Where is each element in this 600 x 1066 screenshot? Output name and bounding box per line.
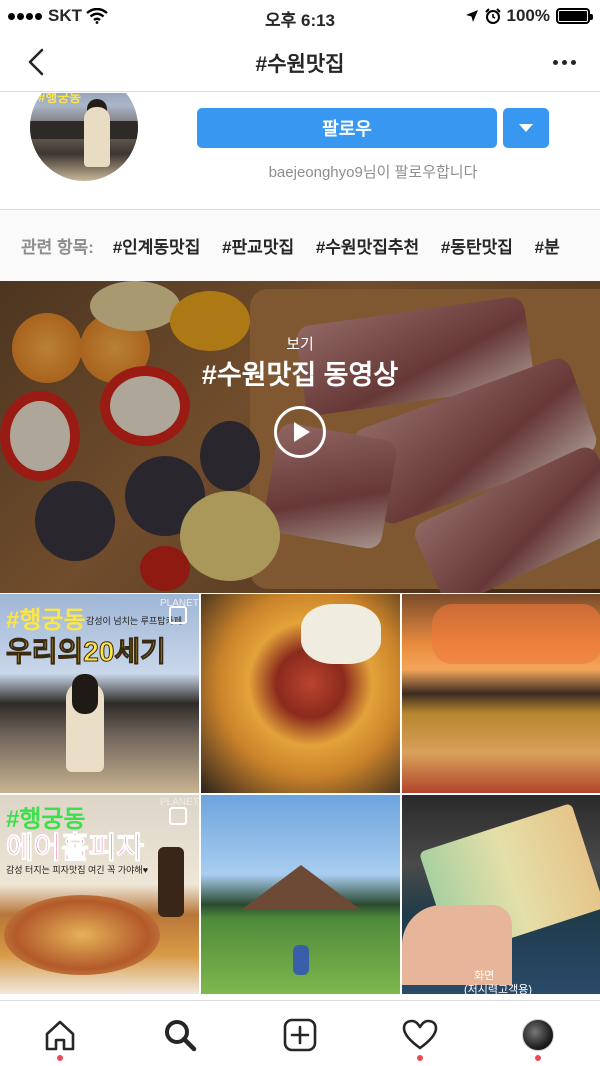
post-overlay-title: 우리의20세기 <box>6 636 167 668</box>
follow-button[interactable]: 팔로우 <box>197 108 497 148</box>
post-person <box>293 945 309 975</box>
post-overlay-caption: (저시력고객용) <box>464 984 533 994</box>
post-overlay-small: 감성이 넘치는 루프탑카페 <box>86 616 183 626</box>
related-tag[interactable]: #수원맛집추천 <box>316 238 419 257</box>
battery-icon <box>556 8 593 24</box>
alarm-icon <box>484 8 501 24</box>
followed-by-text: baejeonghyo9님이 팔로우합니다 <box>268 164 478 181</box>
notification-dot <box>57 1055 63 1061</box>
post-thumbnail[interactable] <box>201 795 400 994</box>
battery-fill <box>559 11 587 21</box>
post-mountain <box>241 865 361 910</box>
video-title: #수원맛집 동영상 <box>201 360 399 390</box>
more-horizontal-icon <box>552 59 576 65</box>
post-thumbnail[interactable]: #행궁동 감성이 넘치는 루프탑카페 PLANET 우리의20세기 <box>0 594 199 793</box>
related-tag[interactable]: #판교맛집 <box>222 238 294 257</box>
post-overlay-small: 감성 터지는 피자맛집 여긴 꼭 가야해♥ <box>6 865 149 875</box>
post-thumbnail[interactable] <box>402 594 600 793</box>
battery-percent: 100% <box>506 6 550 25</box>
multi-image-icon <box>169 606 187 624</box>
hashtag-header: #행궁동 팔로우 baejeonghyo9님이 팔로우합니다 <box>0 93 600 210</box>
multi-image-icon <box>169 807 187 825</box>
tab-search[interactable] <box>160 1015 200 1055</box>
post-sushi-plate <box>432 604 600 664</box>
post-hand <box>402 905 512 985</box>
play-button[interactable] <box>274 406 326 458</box>
tab-bar <box>0 1000 600 1066</box>
add-post-icon <box>283 1018 317 1052</box>
post-overlay-title: 에어홀피자 <box>6 832 145 866</box>
activity-heart-icon <box>402 1019 438 1050</box>
tab-profile[interactable] <box>518 1015 558 1061</box>
post-thumbnail[interactable]: #행궁동 PLANET 에어홀피자 감성 터지는 피자맛집 여긴 꼭 가야해♥ <box>0 795 199 994</box>
play-icon <box>294 422 310 442</box>
notification-dot <box>535 1055 541 1061</box>
post-pizza <box>4 895 160 975</box>
avatar-overlay-text: #행궁동 <box>38 93 82 105</box>
post-grid: #행궁동 감성이 넘치는 루프탑카페 PLANET 우리의20세기 #행궁동 P… <box>0 594 600 1000</box>
more-options-button[interactable] <box>546 44 582 80</box>
home-icon <box>45 1020 75 1051</box>
nav-bar: #수원맛집 <box>0 32 600 92</box>
post-thumbnail[interactable] <box>201 594 400 793</box>
related-tag[interactable]: #인계동맛집 <box>113 238 201 257</box>
related-tags-bar: 관련 항목: #인계동맛집 #판교맛집 #수원맛집추천 #동탄맛집 #분 <box>0 211 600 281</box>
hashtag-avatar[interactable]: #행궁동 <box>30 93 138 181</box>
video-subtitle: 보기 <box>286 336 314 353</box>
page-title: #수원맛집 <box>255 53 345 76</box>
location-arrow-icon <box>465 10 478 22</box>
caret-down-icon <box>519 124 533 132</box>
status-bar: SKT 오후 6:13 100% <box>0 0 600 32</box>
notification-dot <box>417 1055 423 1061</box>
post-thumbnail[interactable]: 화면 (저시력고객용) <box>402 795 600 994</box>
post-cheese <box>301 604 381 664</box>
status-right: 100% <box>465 6 593 26</box>
tab-activity[interactable] <box>400 1015 440 1061</box>
hashtag-video-banner[interactable]: 보기 #수원맛집 동영상 <box>0 281 600 593</box>
follow-dropdown-button[interactable] <box>503 108 549 148</box>
profile-avatar <box>522 1019 554 1051</box>
related-label: 관련 항목: <box>21 238 94 257</box>
tab-home[interactable] <box>40 1015 80 1061</box>
search-icon <box>165 1020 197 1052</box>
related-tag[interactable]: #동탄맛집 <box>441 238 513 257</box>
tab-new-post[interactable] <box>280 1015 320 1055</box>
avatar-person <box>84 107 110 167</box>
post-bottle <box>158 847 184 917</box>
post-person-hair <box>72 674 98 714</box>
related-tag[interactable]: #분 <box>535 238 560 257</box>
